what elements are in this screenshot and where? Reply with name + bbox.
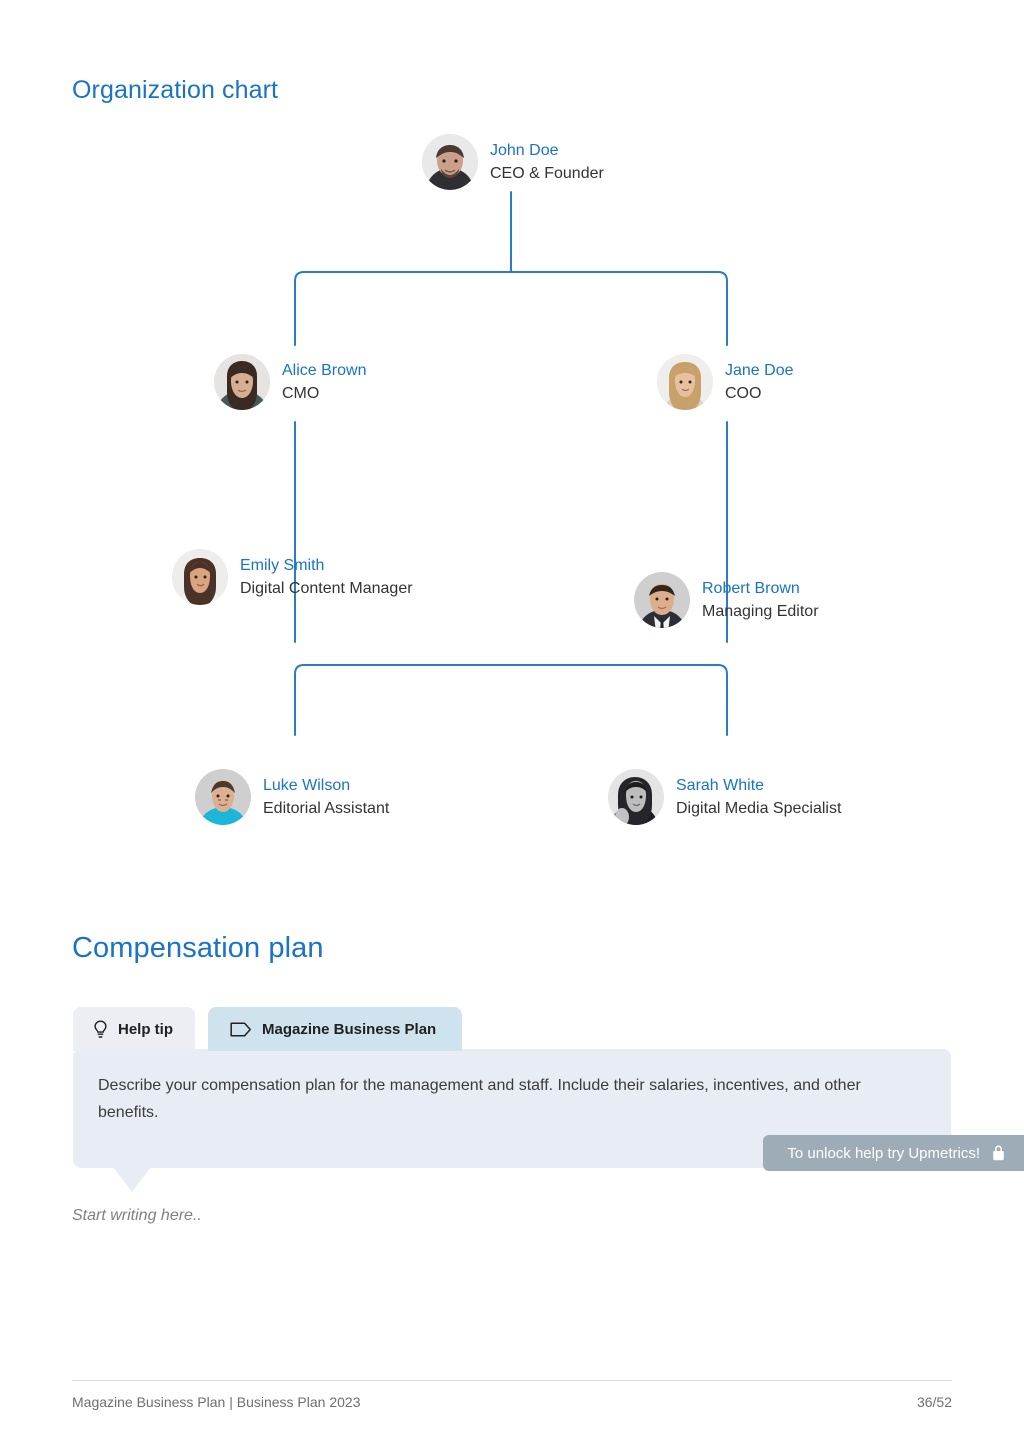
org-node-role: Managing Editor: [702, 603, 819, 620]
avatar-jane-doe: [657, 354, 713, 410]
org-node-digital-content-manager[interactable]: Emily Smith Digital Content Manager: [172, 549, 413, 605]
tab-help-tip-label: Help tip: [118, 1020, 173, 1038]
org-node-role: Digital Content Manager: [240, 580, 413, 597]
org-node-digital-media-specialist-text: Sarah White Digital Media Specialist: [676, 775, 841, 820]
document-page: Organization chart John Doe CEO & Founde…: [0, 0, 1024, 1448]
org-chart-connectors: [294, 191, 728, 736]
org-node-name: Jane Doe: [725, 361, 794, 379]
org-node-role: Editorial Assistant: [263, 800, 390, 817]
organization-chart: John Doe CEO & Founder Alice Brown CMO J…: [0, 0, 1024, 880]
editor-placeholder[interactable]: Start writing here..: [72, 1207, 202, 1225]
help-tip-text: Describe your compensation plan for the …: [98, 1077, 861, 1121]
org-node-name: Emily Smith: [240, 556, 325, 574]
help-tip-tabbar: Help tip Magazine Business Plan: [73, 1007, 463, 1051]
avatar-robert-brown: [634, 572, 690, 628]
org-node-role: CEO & Founder: [490, 165, 604, 182]
unlock-help-badge[interactable]: To unlock help try Upmetrics!: [763, 1135, 1024, 1171]
org-node-digital-media-specialist[interactable]: Sarah White Digital Media Specialist: [608, 769, 841, 825]
org-node-editorial-assistant[interactable]: Luke Wilson Editorial Assistant: [195, 769, 389, 825]
help-tip-panel-tail: [113, 1167, 151, 1192]
lock-icon: [991, 1144, 1006, 1162]
avatar-emily-smith: [172, 549, 228, 605]
org-node-name: Robert Brown: [702, 579, 800, 597]
org-node-cmo-text: Alice Brown CMO: [282, 360, 366, 405]
org-node-ceo-text: John Doe CEO & Founder: [490, 140, 604, 185]
avatar-sarah-white: [608, 769, 664, 825]
org-node-cmo[interactable]: Alice Brown CMO: [214, 354, 366, 410]
footer-document-label: Magazine Business Plan | Business Plan 2…: [72, 1394, 361, 1410]
tag-icon: [230, 1021, 252, 1037]
compensation-plan-heading: Compensation plan: [72, 932, 324, 964]
tab-magazine-business-plan-label: Magazine Business Plan: [262, 1020, 437, 1038]
lightbulb-icon: [93, 1019, 108, 1039]
org-node-name: Sarah White: [676, 776, 765, 794]
org-node-ceo[interactable]: John Doe CEO & Founder: [422, 134, 604, 190]
org-node-role: COO: [725, 385, 762, 402]
org-node-name: John Doe: [490, 141, 559, 159]
org-node-coo-text: Jane Doe COO: [725, 360, 794, 405]
tab-help-tip[interactable]: Help tip: [73, 1007, 195, 1051]
org-node-coo[interactable]: Jane Doe COO: [657, 354, 794, 410]
org-node-name: Luke Wilson: [263, 776, 351, 794]
footer: Magazine Business Plan | Business Plan 2…: [72, 1394, 952, 1410]
avatar-john-doe: [422, 134, 478, 190]
org-node-digital-content-manager-text: Emily Smith Digital Content Manager: [240, 555, 413, 600]
footer-divider: [72, 1380, 952, 1381]
tab-magazine-business-plan[interactable]: Magazine Business Plan: [208, 1007, 463, 1051]
org-node-managing-editor[interactable]: Robert Brown Managing Editor: [634, 572, 819, 628]
org-node-role: Digital Media Specialist: [676, 800, 842, 817]
org-node-managing-editor-text: Robert Brown Managing Editor: [702, 578, 819, 623]
org-node-editorial-assistant-text: Luke Wilson Editorial Assistant: [263, 775, 389, 820]
unlock-help-badge-label: To unlock help try Upmetrics!: [787, 1144, 980, 1162]
footer-page-number: 36/52: [916, 1394, 952, 1410]
org-node-name: Alice Brown: [282, 361, 367, 379]
org-node-role: CMO: [282, 385, 320, 402]
avatar-alice-brown: [214, 354, 270, 410]
avatar-luke-wilson: [195, 769, 251, 825]
